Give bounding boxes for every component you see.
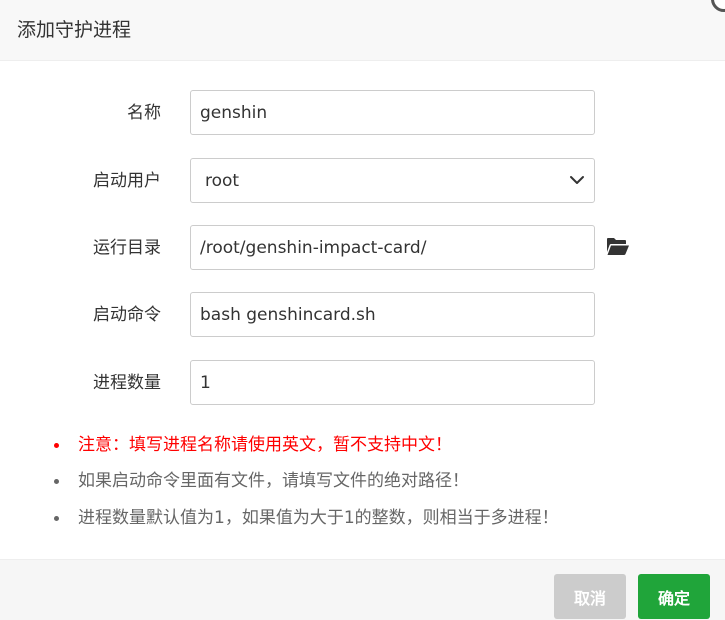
confirm-button[interactable]: 确定 — [638, 574, 710, 619]
dialog-header: 添加守护进程 — [0, 0, 725, 61]
run-dir-input[interactable] — [190, 225, 595, 270]
form-row-name: 名称 — [0, 90, 725, 136]
form-row-command: 启动命令 — [0, 292, 725, 338]
folder-open-icon[interactable] — [606, 236, 630, 258]
command-input[interactable] — [190, 292, 595, 337]
process-count-label: 进程数量 — [93, 373, 161, 393]
note-item: 注意：填写进程名称请使用英文，暂不支持中文！ — [0, 432, 725, 458]
bullet-icon — [54, 479, 59, 484]
add-daemon-dialog: 添加守护进程 名称 启动用户 root 运行目录 启动命令 进程数量 — [0, 0, 725, 620]
name-input[interactable] — [190, 90, 595, 135]
bullet-icon — [54, 443, 59, 448]
dialog-title: 添加守护进程 — [17, 19, 132, 41]
bullet-icon — [54, 516, 59, 521]
note-text: 注意：填写进程名称请使用英文，暂不支持中文！ — [78, 435, 452, 455]
form-row-run-dir: 运行目录 — [0, 225, 725, 271]
cancel-button[interactable]: 取消 — [554, 574, 626, 619]
note-item: 进程数量默认值为1，如果值为大于1的整数，则相当于多进程！ — [0, 505, 725, 531]
dialog-footer: 取消 确定 — [0, 559, 725, 620]
user-select[interactable]: root — [190, 158, 595, 203]
form-row-user: 启动用户 root — [0, 158, 725, 204]
note-item: 如果启动命令里面有文件，请填写文件的绝对路径！ — [0, 468, 725, 494]
form-row-process-count: 进程数量 — [0, 360, 725, 406]
user-select-value: root — [205, 171, 240, 191]
chevron-down-icon — [570, 176, 584, 184]
command-label: 启动命令 — [93, 305, 161, 325]
note-text: 如果启动命令里面有文件，请填写文件的绝对路径！ — [78, 471, 469, 491]
user-label: 启动用户 — [93, 171, 161, 191]
note-text: 进程数量默认值为1，如果值为大于1的整数，则相当于多进程！ — [78, 508, 559, 528]
run-dir-label: 运行目录 — [93, 238, 161, 258]
process-count-input[interactable] — [190, 360, 595, 405]
close-icon[interactable] — [711, 0, 725, 12]
name-label: 名称 — [127, 103, 161, 123]
